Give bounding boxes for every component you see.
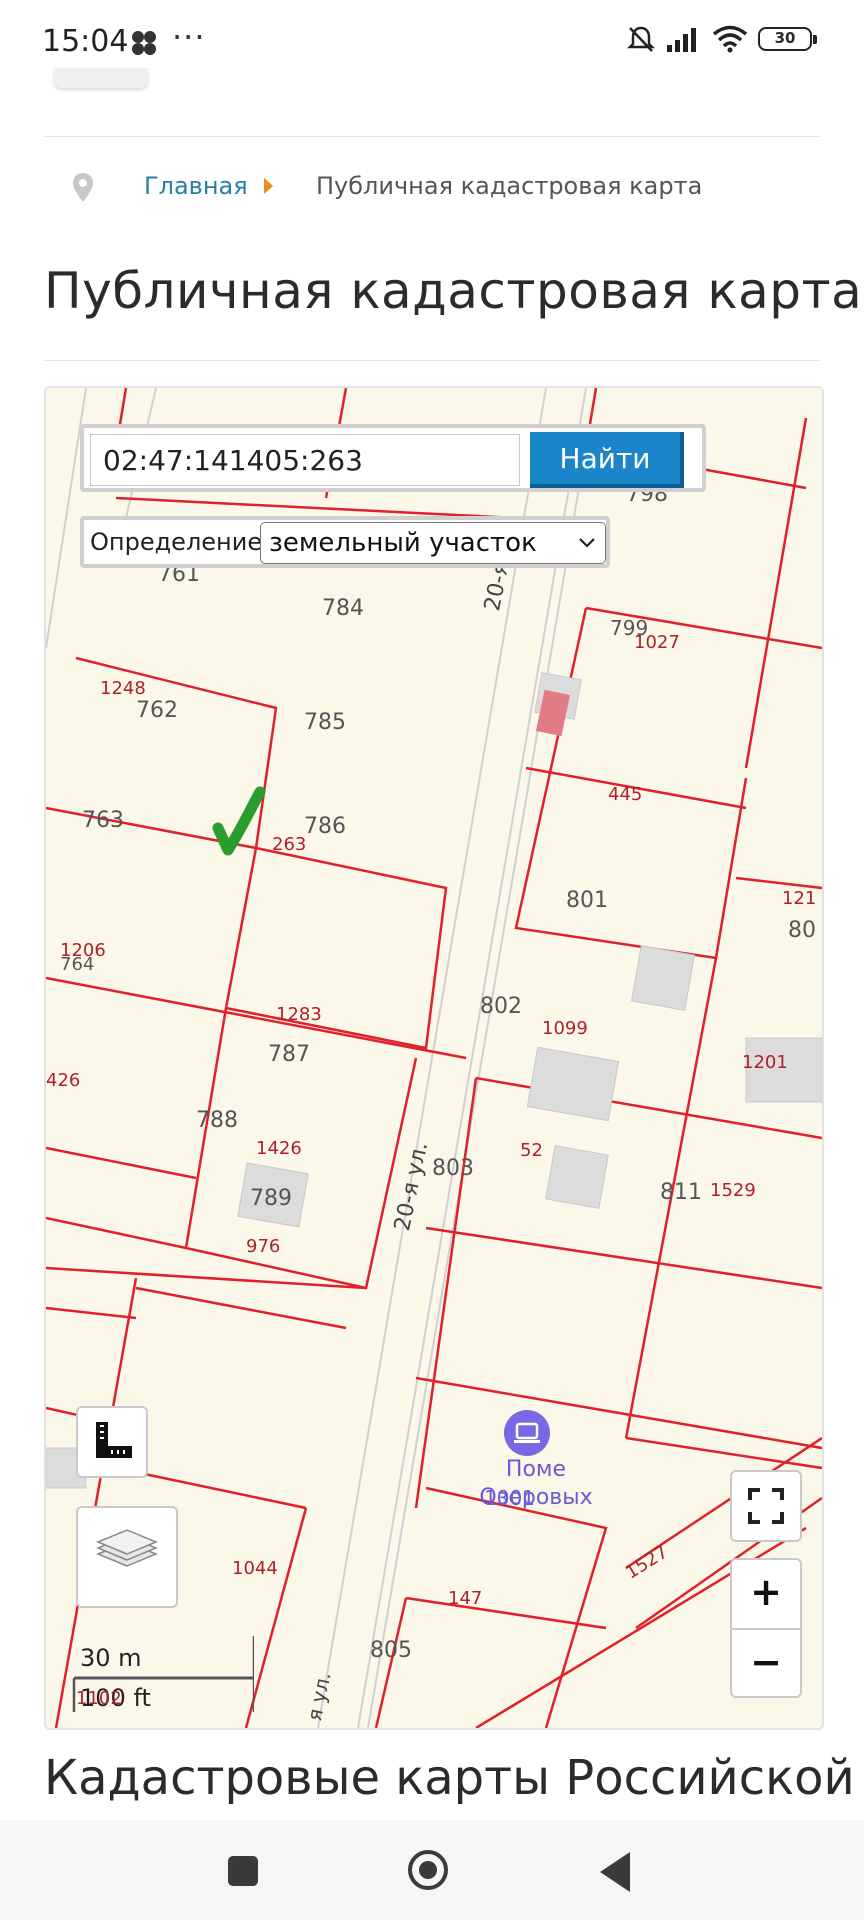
signal-icon [667, 28, 696, 52]
definition-label: Определение: [90, 528, 271, 556]
wifi-icon [712, 25, 748, 53]
parcel-label[interactable]: 52 [520, 1140, 543, 1161]
battery-icon: 30 [758, 27, 817, 51]
parcel-label[interactable]: 784 [322, 596, 364, 621]
layers-icon [96, 1529, 158, 1567]
parcel-label[interactable]: 785 [304, 710, 346, 735]
parcel-label[interactable]: 1102 [76, 1688, 122, 1709]
recents-button[interactable] [228, 1856, 258, 1886]
header-tab-stub [54, 68, 148, 88]
parcel-label[interactable]: 803 [432, 1156, 474, 1181]
find-button[interactable]: Найти [530, 432, 684, 488]
ruler-icon [96, 1422, 132, 1458]
parcel-label[interactable]: 787 [268, 1042, 310, 1067]
parcel-label[interactable]: 80 [788, 918, 816, 943]
ruler-button[interactable] [76, 1406, 148, 1478]
parcel-label[interactable]: 764 [60, 954, 94, 975]
parcel-label[interactable]: 1099 [542, 1018, 588, 1039]
parcel-label[interactable]: 805 [370, 1638, 412, 1663]
more-notifications-icon: ··· [172, 18, 206, 56]
parcel-label[interactable]: 426 [46, 1070, 80, 1091]
parcel-label[interactable]: 1027 [634, 632, 680, 653]
parcel-label[interactable]: 786 [304, 814, 346, 839]
zoom-controls: + − [730, 1558, 802, 1698]
parcel-label[interactable]: 1248 [100, 678, 146, 699]
home-button[interactable] [408, 1850, 448, 1890]
breadcrumb-home-link[interactable]: Главная [144, 172, 248, 200]
cadastral-map[interactable]: 761 784 798 762 1248 785 799 1027 445 76… [44, 386, 824, 1730]
status-time: 15:04 [42, 24, 129, 59]
silent-bell-icon [626, 26, 656, 52]
parcel-label-selected[interactable]: 263 [272, 834, 306, 855]
breadcrumb-current: Публичная кадастровая карта [316, 172, 703, 200]
parcel-label[interactable]: 1283 [276, 1004, 322, 1025]
definition-select[interactable]: земельный участок [260, 522, 606, 564]
system-nav-bar [0, 1820, 864, 1920]
parcel-label[interactable]: 801 [566, 888, 608, 913]
search-bar: Найти [80, 424, 706, 492]
parcel-label[interactable]: 802 [480, 994, 522, 1019]
building-icon [514, 1422, 540, 1443]
checkmark-icon [212, 786, 266, 856]
parcel-label[interactable]: 147 [448, 1588, 482, 1609]
definition-filter: Определение: земельный участок [80, 516, 610, 568]
parcel-label[interactable]: 445 [608, 784, 642, 805]
parcel-label[interactable]: 763 [82, 808, 124, 833]
section-title: Кадастровые карты Российской [44, 1750, 855, 1806]
breadcrumb-separator-icon [264, 178, 273, 194]
parcel-label[interactable]: 762 [136, 698, 178, 723]
fullscreen-icon [748, 1488, 784, 1524]
parcel-label[interactable]: 1201 [742, 1052, 788, 1073]
parcel-label[interactable]: 1001 [484, 1486, 535, 1510]
parcel-label[interactable]: 976 [246, 1236, 280, 1257]
location-pin-icon [73, 173, 93, 202]
layers-button[interactable] [76, 1506, 178, 1608]
divider [44, 360, 820, 361]
app-notification-icon [132, 31, 156, 55]
definition-selected-value: земельный участок [269, 528, 537, 558]
breadcrumb: Главная Публичная кадастровая карта [70, 168, 702, 208]
back-button[interactable] [600, 1852, 630, 1892]
parcel-label[interactable]: 121 [782, 888, 816, 909]
divider [44, 136, 820, 137]
chevron-down-icon [579, 538, 595, 548]
parcel-label[interactable]: 789 [250, 1186, 292, 1211]
zoom-in-button[interactable]: + [732, 1560, 800, 1630]
poi-icon[interactable] [504, 1410, 550, 1456]
fullscreen-button[interactable] [730, 1470, 802, 1542]
scale-metric-label: 30 m [80, 1644, 142, 1672]
parcel-label[interactable]: 811 [660, 1180, 702, 1205]
cadastral-number-input[interactable] [90, 434, 520, 486]
parcel-label[interactable]: 1044 [232, 1558, 278, 1579]
zoom-out-button[interactable]: − [732, 1630, 800, 1698]
page-title: Публичная кадастровая карта [44, 262, 863, 320]
parcel-label[interactable]: 1529 [710, 1180, 756, 1201]
parcel-label[interactable]: 788 [196, 1108, 238, 1133]
parcel-label[interactable]: 1426 [256, 1138, 302, 1159]
